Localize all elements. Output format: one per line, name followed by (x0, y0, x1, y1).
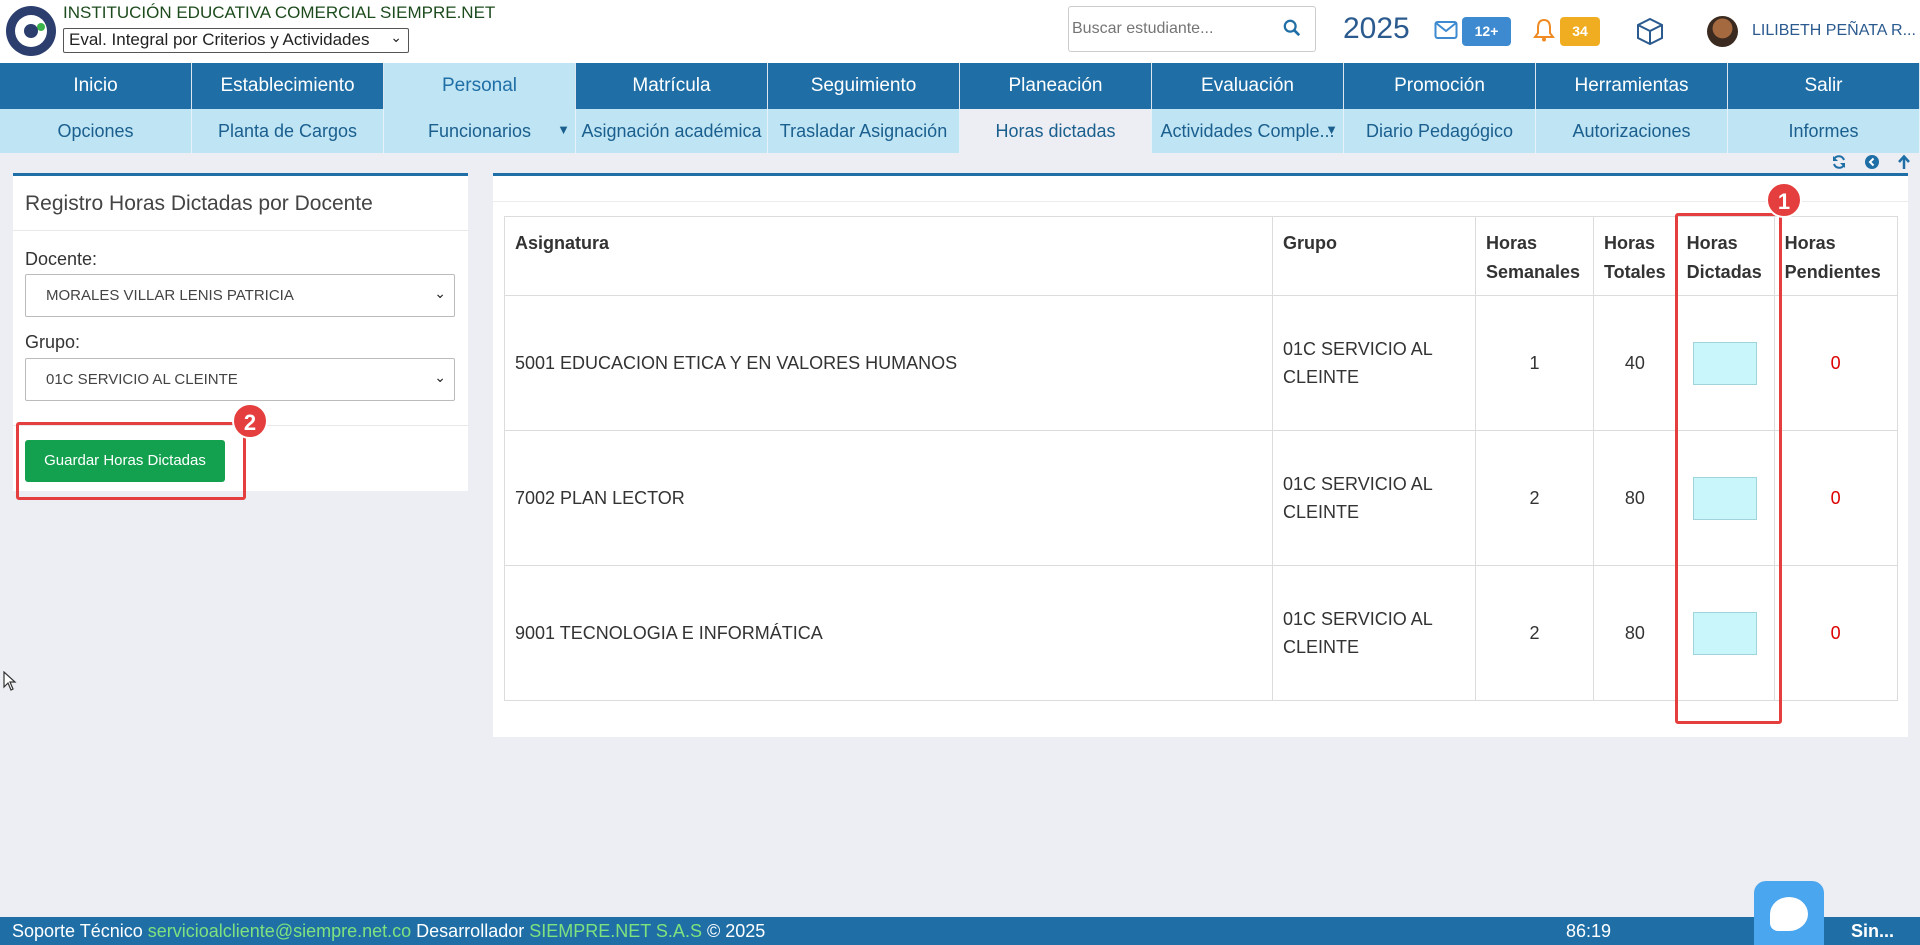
cell-asignatura: 9001 TECNOLOGIA E INFORMÁTICA (504, 565, 1273, 701)
mail-count-badge[interactable]: 12+ (1462, 17, 1511, 46)
institution-name: INSTITUCIÓN EDUCATIVA COMERCIAL SIEMPRE.… (63, 3, 496, 22)
cell-grupo: 01C SERVICIO AL CLEINTE (1272, 565, 1476, 701)
header-horas-totales: Horas Totales (1593, 216, 1677, 296)
cell-horas-pendientes: 0 (1773, 565, 1898, 701)
menu-personal[interactable]: Personal (384, 63, 576, 109)
chevron-down-icon: ⌄ (434, 285, 446, 301)
support-email-link[interactable]: servicioalcliente@siempre.net.co (148, 921, 411, 941)
submenu-autorizaciones[interactable]: Autorizaciones (1536, 109, 1728, 153)
menu-evaluacion[interactable]: Evaluación (1152, 63, 1344, 109)
top-header: INSTITUCIÓN EDUCATIVA COMERCIAL SIEMPRE.… (0, 0, 1920, 63)
grupo-value: 01C SERVICIO AL CLEINTE (46, 371, 238, 388)
header-asignatura: Asignatura (504, 216, 1273, 296)
submenu-funcionarios-label: Funcionarios (427, 121, 532, 141)
menu-seguimiento[interactable]: Seguimiento (768, 63, 960, 109)
submenu-asignacion-academica[interactable]: Asignación académica (576, 109, 768, 153)
arrow-up-icon[interactable] (1896, 154, 1912, 170)
chat-widget-icon[interactable] (1754, 881, 1824, 945)
brand-logo: Sin... (1851, 921, 1895, 941)
developer-link[interactable]: SIEMPRE.NET S.A.S (529, 921, 702, 941)
divider (493, 201, 1908, 202)
submenu-horas-dictadas[interactable]: Horas dictadas (960, 109, 1152, 153)
back-circle-icon[interactable] (1864, 154, 1880, 170)
student-search[interactable] (1068, 6, 1316, 52)
cube-icon[interactable] (1635, 16, 1665, 46)
docente-label: Docente: (25, 249, 98, 269)
submenu-actividades-complementarias[interactable]: Actividades Comple... ▼ (1152, 109, 1344, 153)
cell-horas-semanales: 2 (1475, 430, 1594, 566)
divider (13, 230, 468, 231)
grupo-select[interactable]: 01C SERVICIO AL CLEINTE ⌄ (25, 358, 455, 401)
user-name[interactable]: LILIBETH PEÑATA R... (1752, 22, 1916, 40)
menu-salir[interactable]: Salir (1728, 63, 1920, 109)
submenu-trasladar-asignacion[interactable]: Trasladar Asignación (768, 109, 960, 153)
main-menu: Inicio Establecimiento Personal Matrícul… (0, 63, 1920, 109)
menu-planeacion[interactable]: Planeación (960, 63, 1152, 109)
cell-horas-pendientes: 0 (1773, 430, 1898, 566)
evaluation-mode-select[interactable]: Eval. Integral por Criterios y Actividad… (63, 28, 409, 53)
cell-horas-totales: 80 (1593, 430, 1677, 566)
chevron-down-icon: ⌄ (390, 29, 402, 45)
menu-herramientas[interactable]: Herramientas (1536, 63, 1728, 109)
cell-horas-totales: 40 (1593, 295, 1677, 431)
cell-grupo: 01C SERVICIO AL CLEINTE (1272, 430, 1476, 566)
caret-down-icon: ▼ (557, 122, 570, 137)
user-avatar[interactable] (1707, 16, 1738, 47)
support-label: Soporte Técnico (12, 921, 143, 941)
refresh-icon[interactable] (1831, 154, 1847, 170)
menu-inicio[interactable]: Inicio (0, 63, 192, 109)
submenu-planta-de-cargos[interactable]: Planta de Cargos (192, 109, 384, 153)
docente-select[interactable]: MORALES VILLAR LENIS PATRICIA ⌄ (25, 274, 455, 317)
footer-info: Soporte Técnico servicioalcliente@siempr… (12, 917, 765, 945)
cell-asignatura: 7002 PLAN LECTOR (504, 430, 1273, 566)
header-horas-semanales: Horas Semanales (1475, 216, 1594, 296)
copyright-text: © 2025 (706, 921, 766, 941)
docente-value: MORALES VILLAR LENIS PATRICIA (46, 287, 294, 304)
menu-promocion[interactable]: Promoción (1344, 63, 1536, 109)
evaluation-mode-value: Eval. Integral por Criterios y Actividad… (69, 30, 370, 49)
sub-menu: Opciones Planta de Cargos Funcionarios ▼… (0, 109, 1920, 153)
caret-down-icon: ▼ (1325, 122, 1338, 137)
annotation-box-save-button (16, 422, 246, 500)
mouse-cursor-icon (3, 671, 17, 691)
developer-label: Desarrollador (416, 921, 525, 941)
annotation-marker-2: 2 (232, 403, 268, 439)
header-grupo: Grupo (1272, 216, 1476, 296)
submenu-actividades-label: Actividades Comple... (1160, 121, 1335, 141)
cell-grupo: 01C SERVICIO AL CLEINTE (1272, 295, 1476, 431)
submenu-funcionarios[interactable]: Funcionarios ▼ (384, 109, 576, 153)
annotation-marker-1: 1 (1766, 182, 1802, 218)
institution-logo[interactable] (6, 6, 56, 56)
mail-icon[interactable] (1434, 20, 1458, 40)
school-year[interactable]: 2025 (1343, 12, 1410, 46)
cell-horas-semanales: 1 (1475, 295, 1594, 431)
submenu-diario-pedagogico[interactable]: Diario Pedagógico (1344, 109, 1536, 153)
cell-horas-totales: 80 (1593, 565, 1677, 701)
cell-horas-semanales: 2 (1475, 565, 1594, 701)
search-input[interactable] (1069, 7, 1269, 51)
submenu-opciones[interactable]: Opciones (0, 109, 192, 153)
panel-title: Registro Horas Dictadas por Docente (25, 192, 373, 215)
chevron-down-icon: ⌄ (434, 369, 446, 385)
footer: Soporte Técnico servicioalcliente@siempr… (0, 917, 1920, 945)
search-icon[interactable] (1283, 19, 1301, 37)
notification-count-badge[interactable]: 34 (1560, 17, 1600, 46)
cell-horas-pendientes: 0 (1773, 295, 1898, 431)
bell-icon[interactable] (1533, 18, 1555, 42)
annotation-box-hours-column (1675, 213, 1782, 724)
submenu-informes[interactable]: Informes (1728, 109, 1920, 153)
session-timer: 86:19 (1566, 921, 1612, 941)
header-horas-pendientes: Horas Pendientes (1773, 216, 1898, 296)
menu-establecimiento[interactable]: Establecimiento (192, 63, 384, 109)
cell-asignatura: 5001 EDUCACION ETICA Y EN VALORES HUMANO… (504, 295, 1273, 431)
menu-matricula[interactable]: Matrícula (576, 63, 768, 109)
grupo-label: Grupo: (25, 332, 81, 352)
